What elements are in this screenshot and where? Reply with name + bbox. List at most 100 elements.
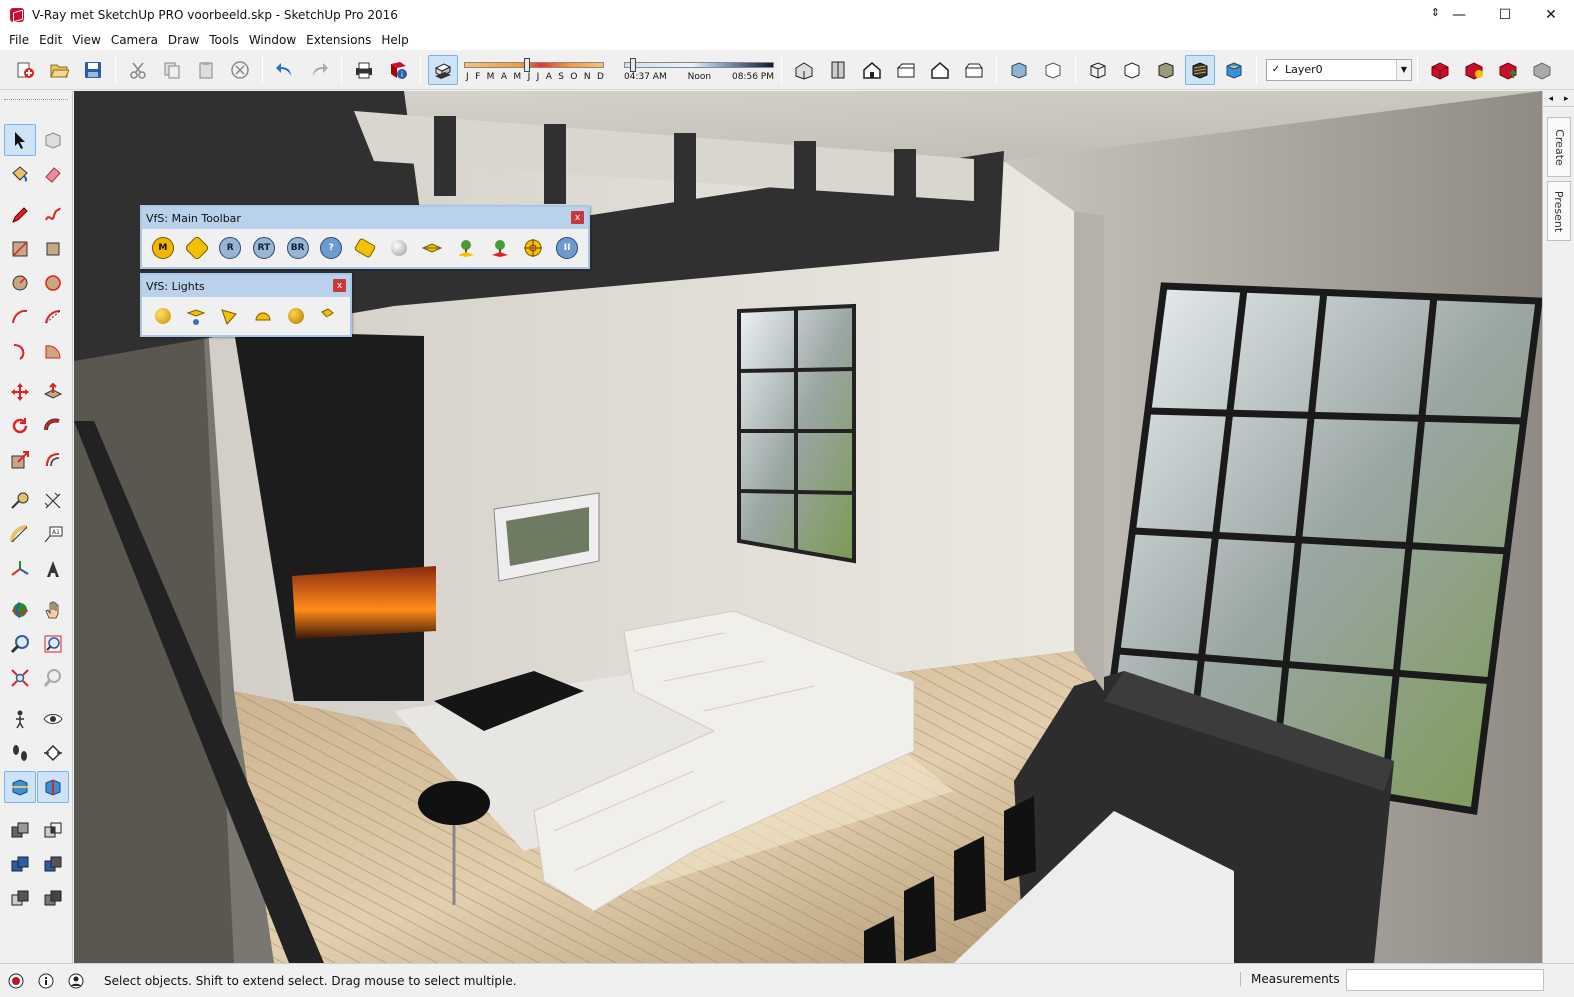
month-slider-thumb[interactable] (523, 57, 530, 72)
pie-tool[interactable] (37, 335, 69, 367)
hidden-line-button[interactable] (1117, 55, 1147, 85)
xray-style-button[interactable] (1004, 55, 1034, 85)
walk-tool[interactable] (4, 737, 36, 769)
tray-tab-present[interactable]: Present (1547, 181, 1571, 241)
dimension-tool[interactable] (37, 485, 69, 517)
make-component-tool[interactable] (37, 124, 69, 156)
print-button[interactable] (349, 55, 379, 85)
vfs-main-toolbar[interactable]: VfS: Main Toolbar x M R RT BR ? II (140, 205, 590, 269)
new-file-button[interactable] (10, 55, 40, 85)
undo-button[interactable] (270, 55, 300, 85)
model-info-button[interactable]: i (383, 55, 413, 85)
menu-view[interactable]: View (67, 33, 105, 47)
time-slider-thumb[interactable] (629, 57, 636, 72)
front-view-button[interactable] (857, 55, 887, 85)
rectangle-tool[interactable] (4, 233, 36, 265)
eraser-tool[interactable] (37, 158, 69, 190)
vray-options-button[interactable] (182, 233, 212, 263)
erase-button[interactable] (225, 55, 255, 85)
layer-dropdown[interactable]: ✓ Layer0 ▼ (1266, 58, 1412, 81)
back-view-button[interactable] (925, 55, 955, 85)
wireframe-button[interactable] (1083, 55, 1113, 85)
dome-light-button[interactable] (248, 301, 277, 331)
omni-light-button[interactable] (148, 301, 177, 331)
vray-sphere-button[interactable] (384, 233, 414, 263)
month-slider[interactable]: J F M A M J J A S O N D (460, 54, 608, 86)
vray-infinite-plane-button[interactable] (418, 233, 448, 263)
extension-warehouse-button[interactable] (1459, 55, 1489, 85)
sphere-light-button[interactable] (281, 301, 310, 331)
menu-camera[interactable]: Camera (106, 33, 163, 47)
circle-tool[interactable] (4, 267, 36, 299)
chevron-down-icon[interactable]: ▼ (1396, 59, 1411, 80)
follow-me-tool[interactable] (37, 410, 69, 442)
freehand-tool[interactable] (37, 199, 69, 231)
ies-light-button[interactable] (315, 301, 344, 331)
line-tool[interactable] (4, 199, 36, 231)
vray-render-button[interactable]: R (215, 233, 245, 263)
time-slider[interactable]: 04:37 AM Noon 08:56 PM (622, 54, 776, 86)
rotated-rectangle-tool[interactable] (37, 233, 69, 265)
cut-button[interactable] (123, 55, 153, 85)
maximize-button[interactable]: ☐ (1482, 0, 1528, 30)
back-edges-button[interactable] (1038, 55, 1068, 85)
text-tool[interactable]: A1 (37, 519, 69, 551)
orbit-tool[interactable] (4, 594, 36, 626)
vray-render-rt-button[interactable]: RT (249, 233, 279, 263)
close-icon[interactable]: x (333, 279, 346, 292)
vray-frame-buffer-button[interactable] (350, 233, 380, 263)
zoom-window-tool[interactable] (37, 628, 69, 660)
menu-help[interactable]: Help (376, 33, 413, 47)
user-account-icon[interactable] (68, 973, 84, 989)
monochrome-button[interactable] (1219, 55, 1249, 85)
shadows-toggle-button[interactable] (428, 54, 458, 85)
redo-button[interactable] (304, 55, 334, 85)
minimize-button[interactable]: — (1436, 0, 1482, 30)
close-button[interactable]: ✕ (1528, 0, 1574, 30)
paste-button[interactable] (191, 55, 221, 85)
rotate-tool[interactable] (4, 410, 36, 442)
tray-tab-create[interactable]: Create (1547, 117, 1571, 177)
menu-edit[interactable]: Edit (34, 33, 67, 47)
save-button[interactable] (78, 55, 108, 85)
vray-help-button[interactable]: ? (316, 233, 346, 263)
arc-tool[interactable] (4, 301, 36, 333)
iso-view-button[interactable] (789, 55, 819, 85)
vray-batch-render-button[interactable]: BR (283, 233, 313, 263)
section-plane-tool[interactable] (37, 737, 69, 769)
intersect-tool[interactable] (37, 815, 69, 847)
protractor-tool[interactable] (4, 519, 36, 551)
move-tool[interactable] (4, 376, 36, 408)
vfs-lights-toolbar[interactable]: VfS: Lights x (140, 273, 352, 337)
share-model-button[interactable] (1493, 55, 1523, 85)
menu-draw[interactable]: Draw (163, 33, 204, 47)
outer-shell-tool[interactable] (4, 815, 36, 847)
trim-tool[interactable] (4, 883, 36, 915)
share-component-button[interactable] (1527, 55, 1557, 85)
vfs-main-toolbar-header[interactable]: VfS: Main Toolbar x (142, 207, 588, 229)
vray-proxy-export-button[interactable] (451, 233, 481, 263)
vray-proxy-import-button[interactable] (485, 233, 515, 263)
polygon-tool[interactable] (37, 267, 69, 299)
geo-location-icon[interactable] (8, 973, 24, 989)
copy-button[interactable] (157, 55, 187, 85)
axes-tool[interactable] (4, 553, 36, 585)
subtract-tool[interactable] (37, 849, 69, 881)
info-icon[interactable] (38, 973, 54, 989)
tray-collapse-right-icon[interactable]: ▸ (1564, 94, 1569, 104)
zoom-extents-tool[interactable] (4, 662, 36, 694)
vfs-lights-toolbar-header[interactable]: VfS: Lights x (142, 275, 350, 297)
split-tool[interactable] (37, 883, 69, 915)
3d-warehouse-button[interactable] (1425, 55, 1455, 85)
menu-extensions[interactable]: Extensions (301, 33, 376, 47)
pan-tool[interactable] (37, 594, 69, 626)
scale-tool[interactable] (4, 444, 36, 476)
position-camera-tool[interactable] (4, 703, 36, 735)
display-section-planes-tool[interactable] (4, 771, 36, 803)
spot-light-button[interactable] (215, 301, 244, 331)
menu-window[interactable]: Window (244, 33, 301, 47)
three-point-arc-tool[interactable] (4, 335, 36, 367)
vray-material-editor-button[interactable]: M (148, 233, 178, 263)
offset-tool[interactable] (37, 444, 69, 476)
menu-file[interactable]: File (4, 33, 34, 47)
